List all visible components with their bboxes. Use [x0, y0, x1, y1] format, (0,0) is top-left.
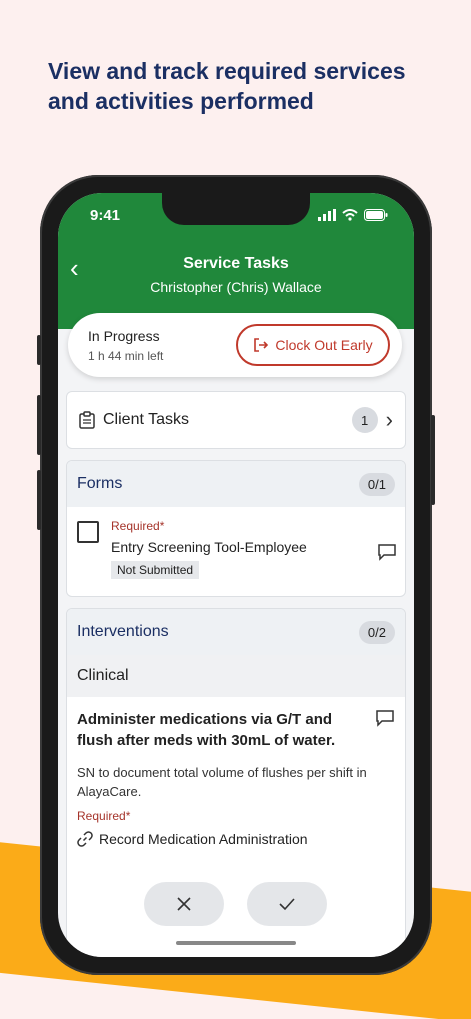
- battery-icon: [364, 209, 388, 221]
- page-title: Service Tasks: [183, 255, 289, 272]
- headline: View and track required services and act…: [48, 58, 406, 114]
- phone-frame: 9:41 ‹ Service Tasks Christopher (Chris)…: [37, 175, 435, 975]
- required-label: Required*: [111, 519, 165, 533]
- confirm-button[interactable]: [247, 882, 327, 926]
- forms-title: Forms: [77, 475, 123, 492]
- clock-out-early-button[interactable]: Clock Out Early: [236, 324, 390, 366]
- link-label: Record Medication Administration: [99, 831, 308, 847]
- link-icon: [77, 831, 93, 847]
- progress-card: In Progress 1 h 44 min left Clock Out Ea…: [68, 313, 402, 377]
- interventions-card: Interventions 0/2 Clinical Administer me…: [66, 608, 406, 957]
- client-tasks-count: 1: [351, 407, 378, 433]
- intervention-title[interactable]: Administer medications via G/T and flush…: [67, 697, 405, 751]
- phone-side-button: [431, 415, 435, 505]
- phone-side-button: [37, 335, 41, 365]
- interventions-count: 0/2: [358, 620, 395, 644]
- clipboard-icon: [79, 411, 95, 429]
- progress-status: In Progress: [88, 328, 160, 344]
- status-badge: Not Submitted: [111, 561, 200, 579]
- interventions-title: Interventions: [77, 623, 169, 640]
- signal-icon: [318, 209, 336, 221]
- status-time: 9:41: [90, 207, 121, 224]
- status-icons: [318, 209, 388, 221]
- reject-button[interactable]: [144, 882, 224, 926]
- clock-out-label: Clock Out Early: [275, 337, 373, 353]
- client-tasks-row[interactable]: Client Tasks 1 ›: [67, 392, 405, 448]
- client-tasks-card[interactable]: Client Tasks 1 ›: [66, 391, 406, 449]
- intervention-title-text: Administer medications via G/T and flush…: [77, 711, 336, 749]
- notch: [162, 193, 310, 225]
- form-item[interactable]: Required* Entry Screening Tool-Employee …: [67, 507, 405, 595]
- record-medication-link[interactable]: Record Medication Administration: [67, 823, 405, 855]
- required-label: Required*: [77, 809, 131, 823]
- intervention-category: Clinical: [67, 655, 405, 697]
- client-tasks-label: Client Tasks: [103, 411, 189, 428]
- chevron-right-icon: ›: [385, 407, 393, 432]
- form-checkbox[interactable]: [77, 521, 99, 543]
- close-icon: [177, 897, 191, 911]
- intervention-description: SN to document total volume of flushes p…: [77, 765, 367, 799]
- home-indicator: [176, 941, 296, 945]
- check-icon: [279, 898, 295, 911]
- comment-icon[interactable]: [377, 543, 397, 561]
- wifi-icon: [342, 209, 358, 221]
- logout-icon: [254, 338, 269, 352]
- form-name: Entry Screening Tool-Employee: [111, 539, 307, 555]
- forms-count: 0/1: [358, 472, 395, 496]
- phone-side-button: [37, 470, 41, 530]
- phone-screen: 9:41 ‹ Service Tasks Christopher (Chris)…: [58, 193, 414, 957]
- comment-icon[interactable]: [375, 709, 395, 727]
- client-name: Christopher (Chris) Wallace: [150, 279, 322, 295]
- interventions-header: Interventions 0/2: [67, 609, 405, 655]
- forms-header: Forms 0/1: [67, 461, 405, 507]
- forms-card: Forms 0/1 Required* Entry Screening Tool…: [66, 460, 406, 597]
- time-left: 1 h 44 min left: [88, 349, 164, 363]
- phone-side-button: [37, 395, 41, 455]
